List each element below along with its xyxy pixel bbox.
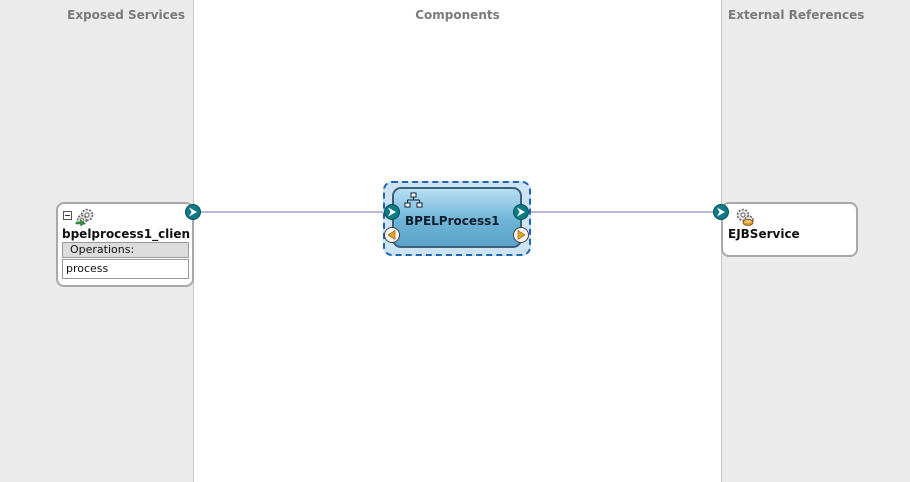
- ejb-service-gear-icon: [736, 208, 754, 226]
- service-port-icon[interactable]: [184, 203, 202, 221]
- service-name: bpelprocess1_client...: [62, 227, 190, 241]
- operations-header: Operations:: [62, 242, 189, 258]
- bpel-process-icon: [404, 192, 423, 208]
- reference-port-icon[interactable]: [712, 203, 730, 221]
- component-reference-port-icon[interactable]: [512, 203, 530, 221]
- component-selection-frame[interactable]: BPELProcess1: [383, 181, 531, 256]
- reference-card[interactable]: EJBService: [721, 202, 858, 257]
- web-service-gear-icon: [75, 208, 94, 227]
- component-callback-in-port-icon[interactable]: [383, 226, 401, 244]
- component-callback-out-port-icon[interactable]: [512, 226, 530, 244]
- bpel-component[interactable]: BPELProcess1: [392, 187, 522, 248]
- component-service-port-icon[interactable]: [383, 203, 401, 221]
- service-card[interactable]: bpelprocess1_client... Operations: proce…: [56, 202, 194, 287]
- collapse-toggle[interactable]: [63, 211, 72, 220]
- component-name: BPELProcess1: [405, 214, 500, 228]
- operation-item[interactable]: process: [62, 259, 189, 279]
- reference-name: EJBService: [728, 227, 800, 241]
